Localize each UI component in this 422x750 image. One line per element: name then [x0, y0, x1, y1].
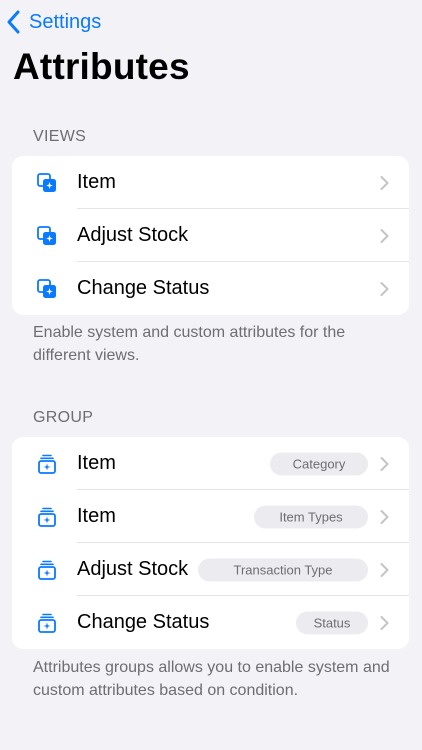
- condition-badge: Category: [270, 452, 368, 475]
- group-attribute-icon: [38, 560, 56, 580]
- group-attribute-icon: [38, 507, 56, 527]
- views-row-label: Adjust Stock: [77, 224, 189, 246]
- group-row-label: Item: [77, 452, 116, 474]
- group-section-footer: Attributes groups allows you to enable s…: [33, 659, 390, 699]
- chevron-left-icon: [7, 10, 20, 34]
- back-button-label: Settings: [29, 10, 102, 33]
- group-row-item-category[interactable]: Item Category: [12, 437, 409, 490]
- chevron-right-icon: [380, 281, 389, 296]
- views-list: Item Adjust Stock Change Status: [12, 156, 409, 315]
- group-section-header: GROUP: [33, 409, 94, 426]
- chevron-right-icon: [380, 509, 389, 524]
- views-row-change-status[interactable]: Change Status: [12, 262, 409, 315]
- views-section-footer: Enable system and custom attributes for …: [33, 324, 346, 364]
- views-row-item[interactable]: Item: [12, 156, 409, 209]
- view-attribute-icon: [37, 172, 56, 192]
- group-row-label: Adjust Stock: [77, 558, 189, 580]
- views-section-header: VIEWS: [33, 128, 87, 145]
- group-row-label: Item: [77, 505, 116, 527]
- group-attribute-icon: [38, 613, 56, 633]
- chevron-right-icon: [380, 562, 389, 577]
- back-button[interactable]: Settings: [6, 8, 101, 36]
- condition-badge: Transaction Type: [198, 558, 368, 581]
- chevron-right-icon: [380, 456, 389, 471]
- condition-badge: Item Types: [254, 505, 368, 528]
- group-list: Item Category Item Item Types Adjust Sto…: [12, 437, 409, 649]
- group-row-item-types[interactable]: Item Item Types: [12, 490, 409, 543]
- view-attribute-icon: [37, 225, 56, 245]
- group-row-label: Change Status: [77, 611, 210, 633]
- views-row-label: Change Status: [77, 277, 210, 299]
- views-row-label: Item: [77, 171, 116, 193]
- group-attribute-icon: [38, 454, 56, 474]
- group-row-change-status[interactable]: Change Status Status: [12, 596, 409, 649]
- chevron-right-icon: [380, 228, 389, 243]
- views-row-adjust-stock[interactable]: Adjust Stock: [12, 209, 409, 262]
- page-title: Attributes: [13, 46, 190, 87]
- group-row-adjust-stock[interactable]: Adjust Stock Transaction Type: [12, 543, 409, 596]
- condition-badge: Status: [296, 611, 368, 634]
- chevron-right-icon: [380, 615, 389, 630]
- chevron-right-icon: [380, 175, 389, 190]
- view-attribute-icon: [37, 278, 56, 298]
